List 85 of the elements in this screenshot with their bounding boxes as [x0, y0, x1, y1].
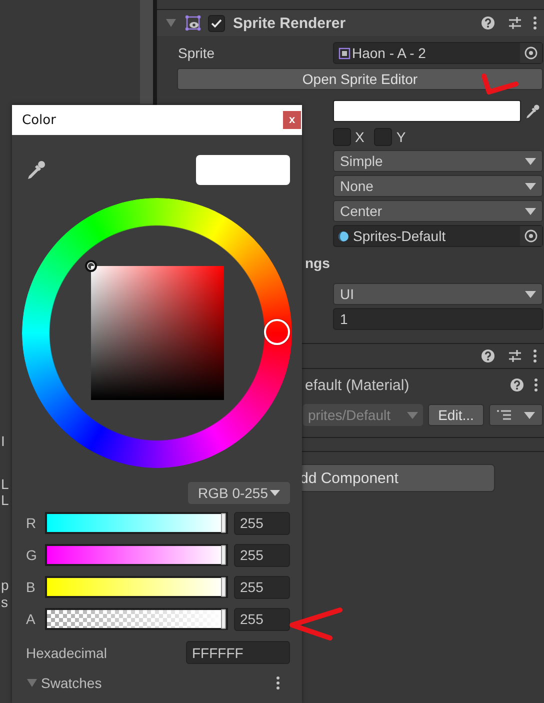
material-icon: [338, 230, 349, 242]
checkbox-label: X: [355, 129, 364, 145]
picker-handle[interactable]: [85, 260, 97, 272]
help-icon[interactable]: [481, 16, 495, 30]
enabled-checkbox[interactable]: [208, 14, 225, 32]
help-icon[interactable]: [510, 378, 524, 392]
dropdown-value: None: [340, 178, 374, 194]
channel-label: A: [26, 611, 36, 627]
text-fragment: I: [1, 433, 5, 449]
sprite-icon: [338, 46, 351, 60]
field-value: Haon - A - 2: [352, 45, 426, 61]
text-fragment: L: [1, 476, 9, 492]
more-icon[interactable]: [533, 349, 537, 363]
help-icon[interactable]: [481, 349, 495, 363]
slider-track[interactable]: [45, 608, 228, 630]
slider-track[interactable]: [45, 512, 228, 534]
slider-thumb[interactable]: [221, 545, 226, 565]
slider-thumb[interactable]: [221, 513, 226, 533]
sliders-icon[interactable]: [508, 349, 522, 363]
check-mark-annotation: [480, 72, 520, 96]
caret-icon: [407, 412, 418, 418]
dropdown-value: RGB 0-255: [198, 485, 268, 501]
field-value: Sprites-Default: [353, 228, 446, 244]
value-field[interactable]: 255: [234, 512, 290, 534]
saturation-value-square[interactable]: [91, 266, 224, 400]
sprite-renderer-icon: [185, 15, 201, 31]
material-title: efault (Material): [305, 376, 410, 394]
slider-thumb[interactable]: [221, 577, 226, 597]
text-fragment: L: [1, 492, 9, 508]
color-field[interactable]: [333, 100, 521, 122]
mode-dropdown[interactable]: RGB 0-255: [188, 482, 290, 504]
caret-icon: [525, 158, 536, 164]
dropdown[interactable]: UI: [333, 283, 543, 305]
slider-track[interactable]: [45, 576, 228, 598]
eyedropper-icon[interactable]: [26, 160, 46, 180]
object-picker-icon[interactable]: [524, 46, 538, 60]
edit-button[interactable]: Edit...: [428, 404, 484, 426]
slider-thumb[interactable]: [221, 609, 226, 629]
checkbox[interactable]: [333, 128, 351, 146]
dropdown[interactable]: Center: [333, 200, 543, 222]
dropdown-value: prites/Default: [308, 407, 390, 423]
channel-label: B: [26, 579, 36, 595]
list-dropdown[interactable]: [489, 404, 543, 426]
sliders-icon[interactable]: [508, 16, 522, 30]
dropdown[interactable]: Simple: [333, 150, 543, 172]
caret-icon: [525, 208, 536, 214]
more-icon[interactable]: [533, 16, 537, 30]
scrollbar[interactable]: [140, 0, 153, 104]
open-sprite-editor-button[interactable]: Open Sprite Editor: [177, 68, 543, 90]
check-icon: [211, 18, 222, 28]
value-field[interactable]: 255: [234, 576, 290, 598]
hex-label: Hexadecimal: [26, 644, 107, 660]
close-button[interactable]: x: [283, 111, 301, 129]
dropdown-value: UI: [340, 286, 354, 302]
component-title: Sprite Renderer: [233, 14, 347, 32]
sprite-field[interactable]: Haon - A - 2: [333, 42, 543, 64]
eyedropper-icon[interactable]: [524, 104, 540, 118]
channel-label: R: [26, 515, 38, 531]
window-title: Color: [22, 112, 57, 128]
dropdown-value: Simple: [340, 153, 383, 169]
material-field[interactable]: Sprites-Default: [333, 225, 543, 247]
section-title: Swatches: [41, 675, 103, 691]
checkbox-label: Y: [396, 129, 406, 145]
section-title: ngs: [305, 255, 331, 271]
value-field[interactable]: 255: [234, 608, 290, 630]
channel-label: G: [26, 547, 38, 563]
field-label: Sprite: [178, 45, 215, 61]
caret-icon: [525, 182, 536, 190]
value-field[interactable]: 255: [234, 544, 290, 566]
dropdown-value: Center: [340, 203, 382, 219]
caret-icon: [525, 290, 536, 298]
hex-field[interactable]: FFFFFF: [186, 641, 290, 664]
dropdown[interactable]: None: [333, 175, 543, 197]
object-picker-icon[interactable]: [524, 229, 538, 243]
more-icon[interactable]: [276, 676, 280, 690]
number-field[interactable]: 1: [333, 308, 543, 330]
text-fragment: s: [1, 594, 8, 610]
caret-icon: [524, 412, 536, 418]
caret-icon: [270, 490, 280, 496]
more-icon[interactable]: [534, 378, 538, 392]
text-fragment: p: [1, 577, 9, 593]
hue-handle[interactable]: [264, 319, 290, 345]
checkbox[interactable]: [374, 128, 392, 146]
slider-track[interactable]: [45, 544, 228, 566]
list-icon: [496, 410, 511, 420]
